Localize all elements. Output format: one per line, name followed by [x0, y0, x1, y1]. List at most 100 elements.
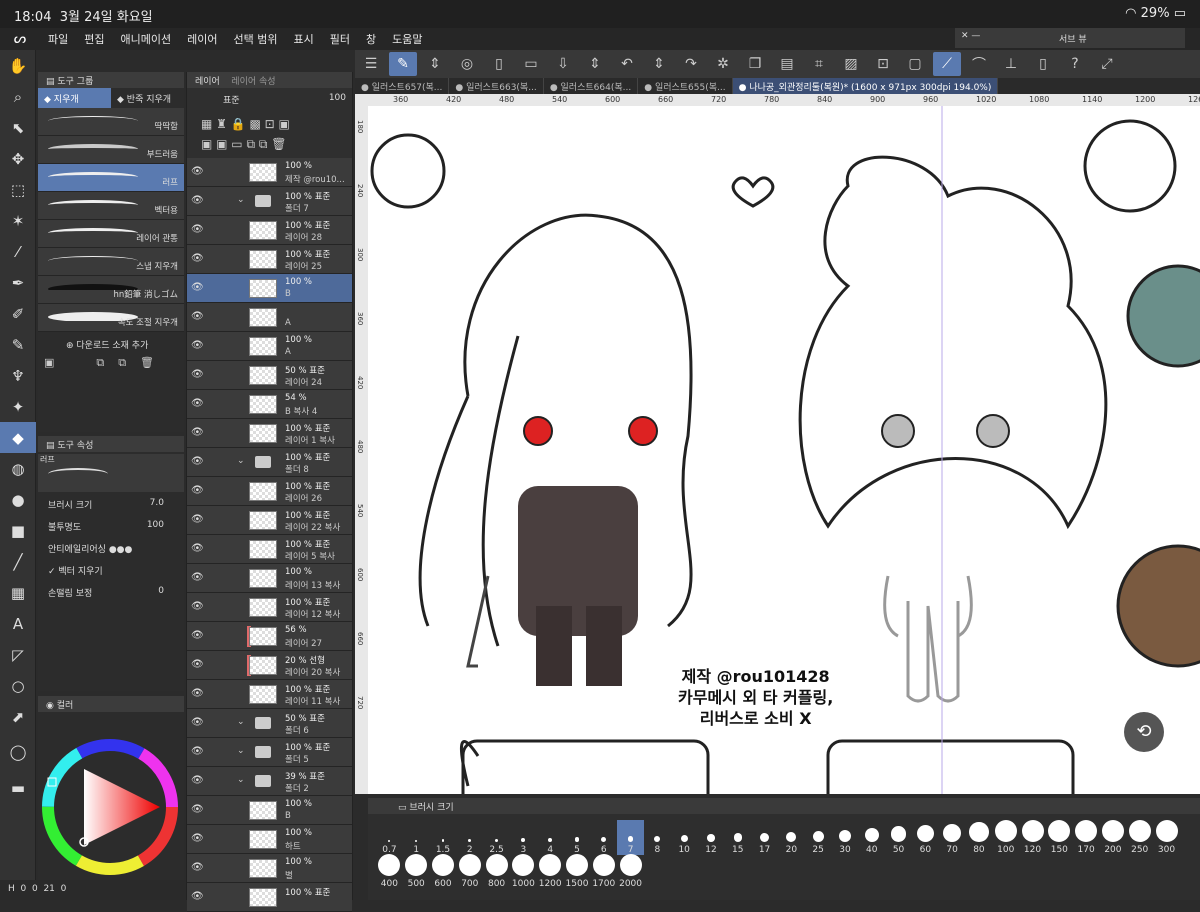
decoration-icon[interactable]: ✦ — [0, 391, 36, 422]
blend-icon[interactable]: ● — [0, 484, 36, 515]
brush-item[interactable]: hn鉛筆 消しゴム — [38, 276, 184, 304]
brush-item[interactable]: 스냅 지우개 — [38, 248, 184, 276]
eye-icon[interactable]: 👁 — [191, 775, 204, 786]
eye-icon[interactable]: 👁 — [191, 862, 204, 873]
tab-layer[interactable]: 레이어 — [195, 77, 220, 87]
layer-row[interactable]: 👁 50 % 표준 레이어 24 — [187, 361, 352, 390]
brush-size-option[interactable]: 60 — [912, 820, 939, 855]
eye-icon[interactable]: 👁 — [191, 369, 204, 380]
save-icon[interactable]: ⇩ — [549, 52, 577, 76]
undo-icon[interactable]: ↶ — [613, 52, 641, 76]
brush-size-option[interactable]: 300 — [1153, 820, 1180, 855]
eye-icon[interactable]: 👁 — [191, 659, 204, 670]
edit-icon[interactable]: ✎ — [389, 52, 417, 76]
brush-size-option[interactable]: 17 — [751, 820, 778, 855]
copy-icon[interactable]: ❐ — [741, 52, 769, 76]
eye-icon[interactable]: 👁 — [191, 253, 204, 264]
brush-size-option[interactable]: 30 — [832, 820, 859, 855]
color-wheel[interactable] — [38, 712, 184, 880]
chevron-updown-icon-3[interactable]: ⇕ — [645, 52, 673, 76]
close-icon[interactable]: ✕ — — [961, 31, 980, 41]
menu-animation[interactable]: 애니메이션 — [113, 31, 180, 47]
brush-panel-actions[interactable]: ▣ ⧉ ⧉ 🗑 — [38, 354, 184, 374]
layer-row[interactable]: 👁 100 % 하트 — [187, 825, 352, 854]
zoom-icon[interactable]: ⌕ — [0, 81, 36, 112]
layer-row[interactable]: 👁 100 % 표준 레이어 12 복사 — [187, 593, 352, 622]
layer-row[interactable]: 👁 100 % 표준 — [187, 883, 352, 912]
tab-layer-property[interactable]: 레이어 속성 — [231, 77, 275, 87]
eye-icon[interactable]: 👁 — [191, 891, 204, 902]
brush-size-option[interactable]: 7 — [617, 820, 644, 855]
brush-size-option[interactable]: 40 — [858, 820, 885, 855]
eye-icon[interactable]: 👁 — [191, 398, 204, 409]
ruler-snap-icon[interactable]: ⟋ — [933, 52, 961, 76]
opacity-row[interactable]: 불투명도 100 — [38, 516, 184, 538]
brush-item[interactable]: 속도 조절 지우개 — [38, 304, 184, 332]
layer-row[interactable]: 👁 ⌄ 100 % 표준 폴더 7 — [187, 187, 352, 216]
gradient-icon[interactable]: ■ — [0, 515, 36, 546]
layer-row[interactable]: 👁 ⌄ 50 % 표준 폴더 6 — [187, 709, 352, 738]
eye-icon[interactable]: 👁 — [191, 804, 204, 815]
brush-size-option[interactable]: 800 — [483, 854, 510, 889]
transform-icon[interactable]: ⌗ — [805, 52, 833, 76]
brush-size-option[interactable]: 120 — [1019, 820, 1046, 855]
layer-row[interactable]: 👁 ⌄ 100 % 표준 폴더 5 — [187, 738, 352, 767]
fullscreen-icon[interactable]: ⤢ — [1093, 52, 1121, 76]
brush-size-option[interactable]: 600 — [430, 854, 457, 889]
brush-size-option[interactable]: 150 — [1046, 820, 1073, 855]
chevron-down-icon[interactable]: ⌄ — [237, 746, 245, 756]
balloon-icon[interactable]: ◸ — [0, 639, 36, 670]
layer-blend-row[interactable]: 표준 100 — [187, 88, 352, 110]
clear-selection-icon[interactable]: ▨ — [837, 52, 865, 76]
brush-size-option[interactable]: 15 — [724, 820, 751, 855]
text-icon[interactable]: A — [0, 608, 36, 639]
sub-view-panel[interactable]: ✕ — 서브 뷰 — [955, 28, 1185, 48]
line-icon[interactable]: ╱ — [0, 546, 36, 577]
airbrush-icon[interactable]: ♆ — [0, 360, 36, 391]
eye-icon[interactable]: 👁 — [191, 630, 204, 641]
brush-size-option[interactable]: 1500 — [564, 854, 591, 889]
menu-layer[interactable]: 레이어 — [179, 31, 225, 47]
drawing-canvas[interactable]: 제작 @rou101428 카무메시 외 타 커플링, 리버스로 소비 X ⟲ — [368, 106, 1200, 794]
eye-icon[interactable]: 👁 — [191, 514, 204, 525]
tab-eraser[interactable]: ◆ 지우개 — [38, 88, 111, 108]
help-icon[interactable]: ? — [1061, 52, 1089, 76]
layer-row[interactable]: 👁 54 % B 복사 4 — [187, 390, 352, 419]
layer-row[interactable]: 👁 100 % 표준 레이어 28 — [187, 216, 352, 245]
vector-erase-row[interactable]: ✓ 벡터 지우기 — [38, 560, 184, 582]
brush-size-option[interactable]: 3 — [510, 820, 537, 855]
loading-icon[interactable]: ✲ — [709, 52, 737, 76]
eye-icon[interactable]: 👁 — [191, 427, 204, 438]
marquee-icon[interactable]: ⬚ — [0, 174, 36, 205]
eye-icon[interactable]: 👁 — [191, 543, 204, 554]
eye-icon[interactable]: 👁 — [191, 601, 204, 612]
snap-curve-icon[interactable]: ⌒ — [965, 52, 993, 76]
doc-tab[interactable]: ● 일러스트664(복... — [544, 78, 639, 94]
layer-row[interactable]: 👁 100 % 표준 레이어 25 — [187, 245, 352, 274]
antialias-row[interactable]: 안티에일리어싱 ●●● — [38, 538, 184, 560]
brush-size-option[interactable]: 70 — [939, 820, 966, 855]
redo-icon[interactable]: ↷ — [677, 52, 705, 76]
brush-size-option[interactable]: 1200 — [537, 854, 564, 889]
brush-size-row[interactable]: 브러시 크기 7.0 — [38, 494, 184, 516]
brush-item[interactable]: 부드러움 — [38, 136, 184, 164]
brush-size-option[interactable]: 700 — [456, 854, 483, 889]
hand-icon[interactable]: ✋ — [0, 50, 36, 81]
blend-mode-select[interactable]: 표준 — [223, 96, 240, 106]
eye-icon[interactable]: 👁 — [191, 340, 204, 351]
smartphone-icon[interactable]: ▯ — [1029, 52, 1057, 76]
chevron-down-icon[interactable]: ⌄ — [237, 195, 245, 205]
lasso-icon[interactable]: ○ — [0, 670, 36, 701]
open-folder-icon[interactable]: ▭ — [517, 52, 545, 76]
brush-size-option[interactable]: 6 — [590, 820, 617, 855]
eye-icon[interactable]: 👁 — [191, 688, 204, 699]
app-logo-icon[interactable]: ᔕ — [0, 31, 40, 47]
layer-opacity[interactable]: 100 — [329, 93, 346, 103]
new-file-icon[interactable]: ▯ — [485, 52, 513, 76]
eye-icon[interactable]: 👁 — [191, 485, 204, 496]
layer-row[interactable]: 👁 100 % 표준 레이어 1 복사 — [187, 419, 352, 448]
brush-size-option[interactable]: 500 — [403, 854, 430, 889]
correct-line-icon[interactable]: ⬈ — [0, 701, 36, 732]
stabilizer-row[interactable]: 손떨림 보정 0 — [38, 582, 184, 604]
eraser-icon[interactable]: ◆ — [0, 422, 36, 453]
